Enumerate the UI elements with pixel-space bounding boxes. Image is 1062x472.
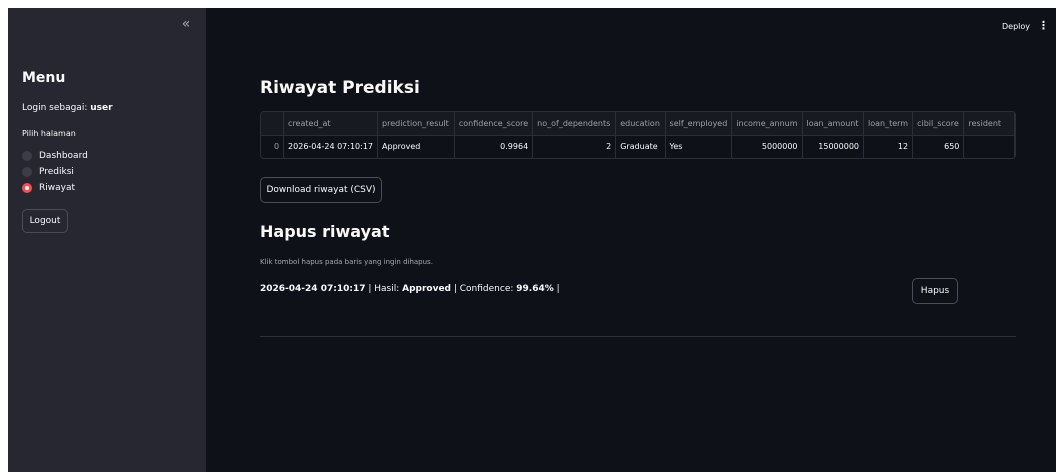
login-prefix: Login sebagai: [22, 103, 88, 113]
table-row[interactable]: 0 2026-04-24 07:10:17 Approved 0.9964 2 … [261, 135, 1015, 158]
column-header[interactable]: cibil_score [912, 112, 965, 136]
table-cell[interactable]: Graduate [615, 135, 666, 158]
page-title: Riwayat Prediksi [260, 78, 420, 98]
radio-label: Prediksi [39, 167, 74, 177]
column-header[interactable]: resident [963, 112, 1015, 136]
table-cell[interactable]: 2 [532, 135, 617, 158]
divider [260, 336, 1016, 337]
logout-button[interactable]: Logout [22, 209, 68, 233]
delete-section-title: Hapus riwayat [260, 222, 390, 241]
page-select-label: Pilih halaman [22, 129, 76, 138]
record-sep: | Hasil: [365, 284, 403, 294]
delete-caption: Klik tombol hapus pada baris yang ingin … [260, 258, 433, 266]
radio-option-prediksi[interactable]: Prediksi [22, 164, 88, 180]
column-header[interactable]: loan_amount [802, 112, 865, 136]
table-header-row: created_at prediction_result confidence_… [261, 112, 1015, 136]
table-cell[interactable]: Approved [377, 135, 455, 158]
download-csv-button[interactable]: Download riwayat (CSV) [260, 177, 382, 203]
main-menu-icon[interactable]: ⋮ [1038, 19, 1049, 33]
sidebar: « Menu Login sebagai: user Pilih halaman… [8, 8, 206, 472]
sidebar-title: Menu [22, 70, 66, 86]
radio-label: Dashboard [39, 151, 88, 161]
table-cell[interactable] [963, 135, 1015, 158]
table-cell[interactable]: 0 [261, 135, 285, 158]
history-record: 2026-04-24 07:10:17 | Hasil: Approved | … [260, 284, 560, 294]
table-cell[interactable]: 2026-04-24 07:10:17 [283, 135, 379, 158]
radio-unselected-icon [22, 167, 32, 177]
table-cell[interactable]: 12 [863, 135, 914, 158]
radio-option-dashboard[interactable]: Dashboard [22, 148, 88, 164]
deploy-button[interactable]: Deploy [1002, 22, 1030, 31]
history-table[interactable]: created_at prediction_result confidence_… [260, 111, 1016, 159]
radio-label: Riwayat [39, 183, 75, 193]
collapse-sidebar-icon[interactable]: « [178, 16, 194, 32]
column-header[interactable] [261, 112, 285, 136]
app-window: « Menu Login sebagai: user Pilih halaman… [8, 8, 1056, 472]
record-sep: | Confidence: [451, 284, 517, 294]
table-cell[interactable]: 650 [912, 135, 965, 158]
table-cell[interactable]: 0.9964 [454, 135, 534, 158]
record-result: Approved [402, 284, 451, 294]
column-header[interactable]: no_of_dependents [532, 112, 617, 136]
login-status: Login sebagai: user [22, 103, 113, 113]
column-header[interactable]: confidence_score [454, 112, 534, 136]
column-header[interactable]: education [615, 112, 666, 136]
radio-selected-icon [22, 183, 32, 193]
login-username: user [90, 103, 113, 113]
column-header[interactable]: loan_term [863, 112, 914, 136]
record-confidence: 99.64% [516, 284, 554, 294]
record-sep: | [553, 284, 560, 294]
record-timestamp: 2026-04-24 07:10:17 [260, 284, 366, 294]
column-header[interactable]: created_at [283, 112, 379, 136]
table-cell[interactable]: Yes [665, 135, 733, 158]
column-header[interactable]: income_annum [731, 112, 803, 136]
column-header[interactable]: prediction_result [377, 112, 455, 136]
radio-unselected-icon [22, 151, 32, 161]
radio-option-riwayat[interactable]: Riwayat [22, 180, 88, 196]
delete-record-button[interactable]: Hapus [912, 278, 958, 304]
table-cell[interactable]: 15000000 [802, 135, 865, 158]
column-header[interactable]: self_employed [665, 112, 733, 136]
table-cell[interactable]: 5000000 [731, 135, 803, 158]
page-radio-group: Dashboard Prediksi Riwayat [22, 148, 88, 196]
